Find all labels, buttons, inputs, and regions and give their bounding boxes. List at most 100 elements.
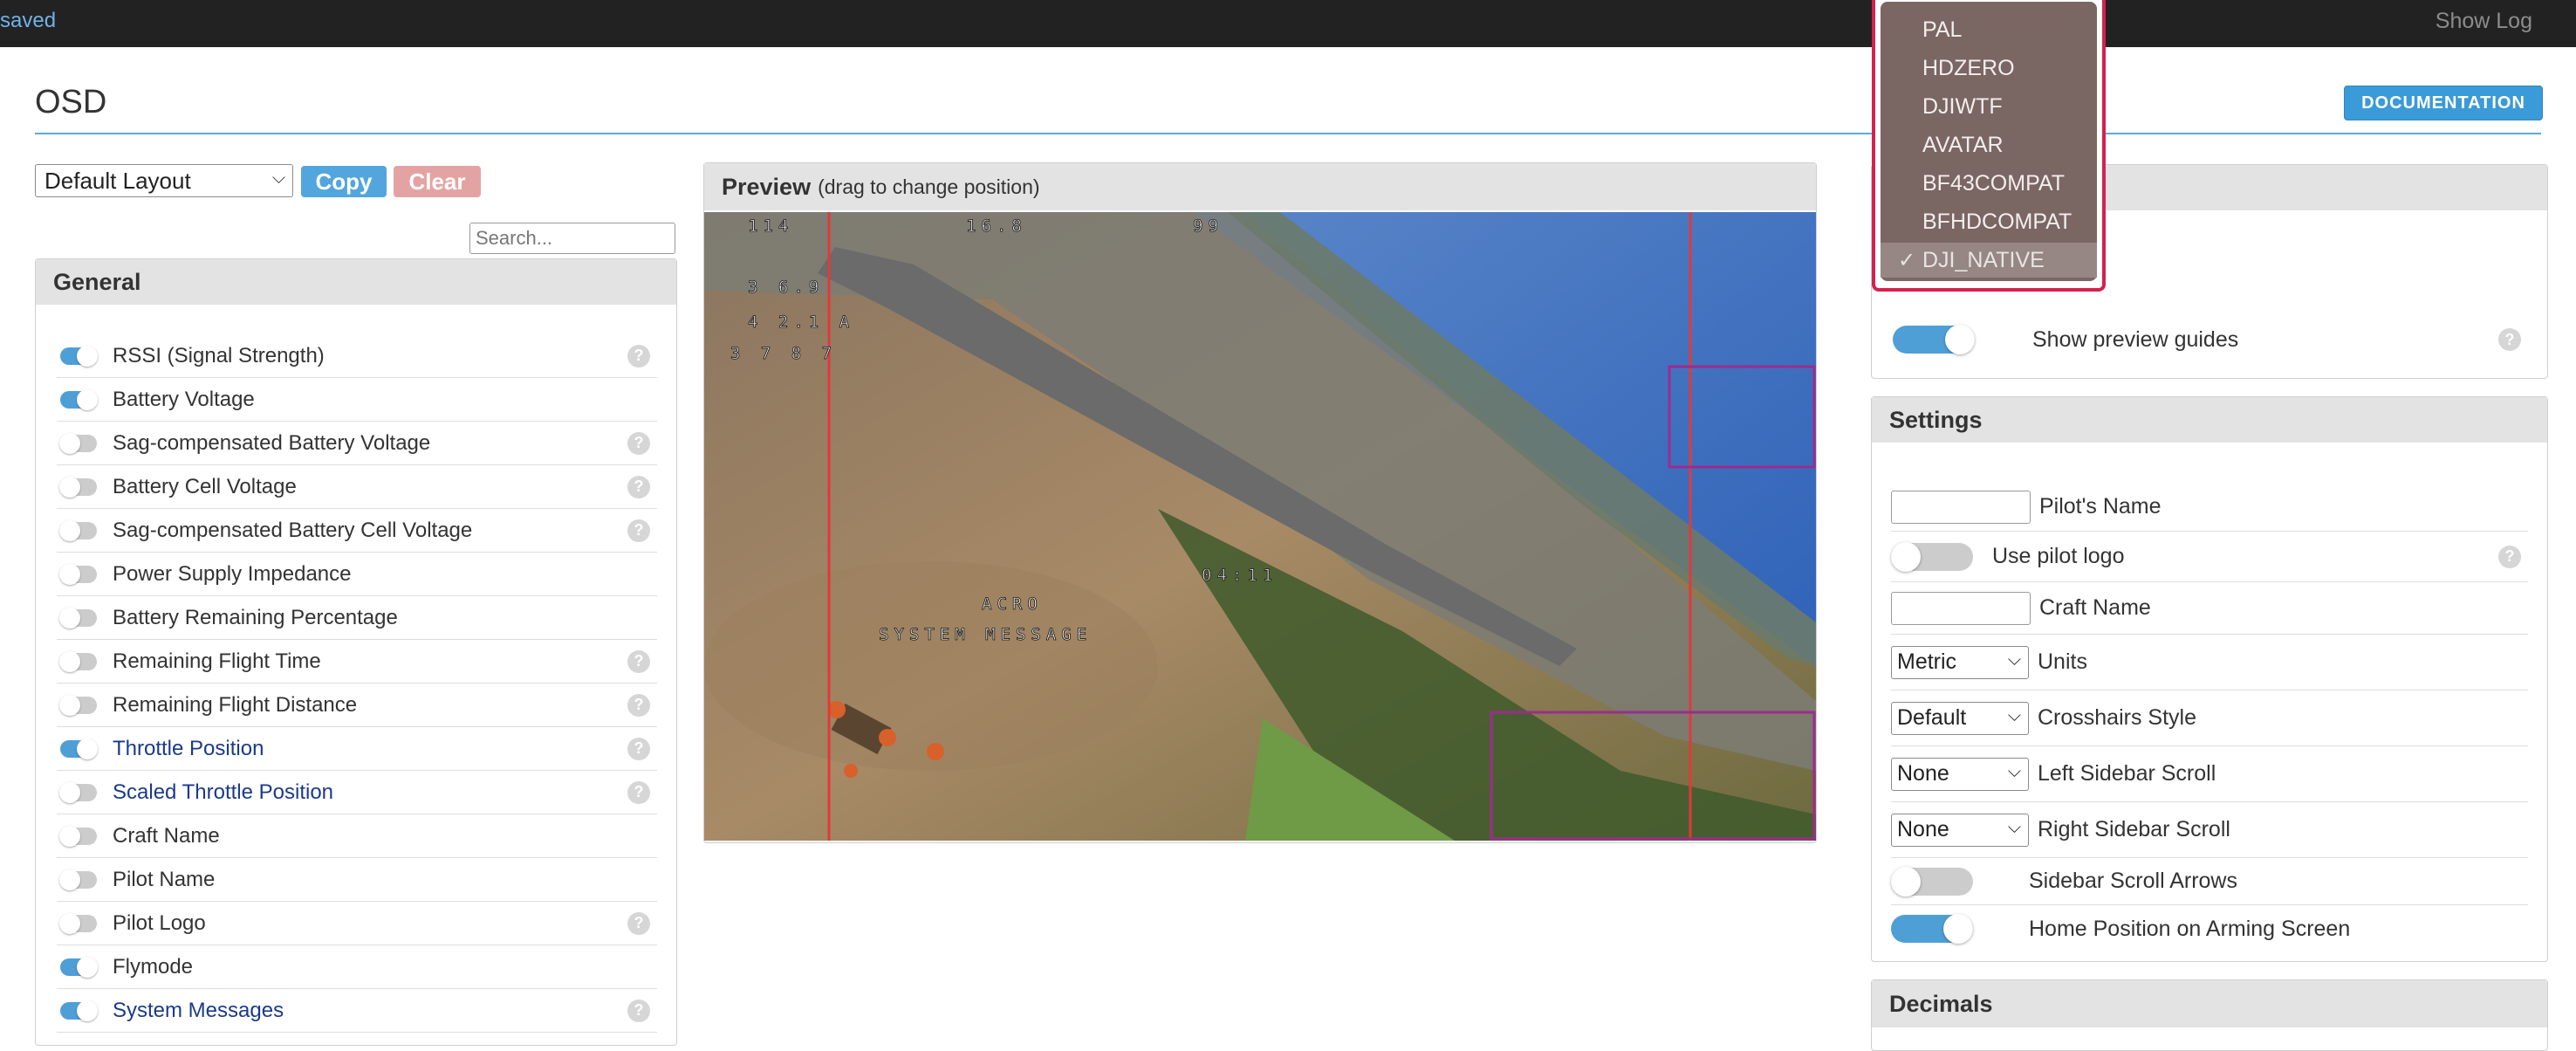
toggle-knob	[59, 694, 80, 716]
fpv-preview[interactable]: 114 16.8 99 3 6.9 4 2.1 A 3 7 8 7 04:11 …	[704, 212, 1816, 841]
element-toggle[interactable]	[60, 388, 98, 410]
toggle-knob	[59, 476, 80, 498]
toggle-knob	[1943, 914, 1973, 944]
left-sidebar-scroll-select[interactable]: None ⌵	[1891, 757, 2029, 791]
element-label: Throttle Position	[113, 736, 264, 760]
right-sidebar-scroll-select[interactable]: None ⌵	[1891, 813, 2029, 847]
element-toggle[interactable]	[59, 912, 97, 934]
element-toggle[interactable]	[59, 781, 97, 803]
element-toggle[interactable]	[59, 563, 97, 585]
video-format-option[interactable]: HDZERO	[1881, 51, 2097, 86]
toggle-knob	[59, 781, 80, 803]
clear-button[interactable]: Clear	[394, 166, 481, 197]
show-log-link[interactable]: Show Log	[2436, 9, 2532, 34]
chevron-down-icon: ⌵	[2007, 705, 2021, 725]
element-label: System Messages	[113, 998, 284, 1022]
element-toggle[interactable]	[60, 956, 98, 978]
video-format-option[interactable]: DJIWTF	[1881, 89, 2097, 124]
osd-line-2: 3 6.9	[748, 278, 824, 297]
help-icon[interactable]: ?	[2498, 545, 2521, 568]
element-toggle[interactable]	[59, 869, 97, 890]
osd-battery: 16.8	[966, 216, 1027, 236]
units-value: Metric	[1897, 649, 1957, 674]
toggle-knob	[59, 825, 80, 847]
help-icon[interactable]: ?	[627, 475, 650, 498]
element-label: Power Supply Impedance	[113, 561, 352, 586]
help-icon[interactable]: ?	[627, 693, 650, 717]
left-sidebar-scroll-label: Left Sidebar Scroll	[2038, 761, 2216, 786]
pilot-name-input[interactable]	[1891, 490, 2031, 524]
osd-flymode: ACRO	[982, 594, 1043, 614]
video-format-menu: PAL HDZERO DJIWTF AVATAR BF43COMPAT BFHDCOMPA…	[1881, 2, 2097, 281]
crosshairs-select[interactable]: Default ⌵	[1891, 701, 2029, 735]
general-list: RSSI (Signal Strength)? Battery Voltage Sa…	[57, 334, 657, 1033]
setting-crosshairs: Default ⌵ Crosshairs Style	[1891, 690, 2528, 746]
pilot-logo-label: Use pilot logo	[1992, 544, 2125, 568]
element-toggle[interactable]	[60, 999, 98, 1021]
copy-button[interactable]: Copy	[301, 166, 387, 197]
layout-select[interactable]: Default Layout ⌵	[35, 164, 293, 197]
general-list-item: Remaining Flight Time?	[57, 640, 657, 683]
toggle-knob	[59, 519, 80, 541]
element-toggle[interactable]	[59, 694, 97, 716]
help-icon[interactable]: ?	[627, 911, 650, 935]
video-format-option[interactable]: AVATAR	[1881, 127, 2097, 162]
element-toggle[interactable]	[59, 650, 97, 672]
sidebar-scroll-arrows-toggle[interactable]	[1891, 866, 1973, 896]
toggle-knob	[59, 563, 80, 585]
element-toggle[interactable]	[59, 476, 97, 498]
chevron-down-icon: ⌵	[2007, 817, 2021, 837]
preview-subtitle: (drag to change position)	[818, 175, 1040, 198]
help-icon[interactable]: ?	[627, 737, 650, 760]
documentation-button[interactable]: DOCUMENTATION	[2344, 86, 2543, 120]
setting-sidebar-scroll-arrows: Sidebar Scroll Arrows	[1891, 858, 2528, 905]
general-list-item: Craft Name	[57, 814, 657, 858]
toggle-knob	[59, 650, 80, 672]
element-label: Craft Name	[113, 823, 220, 848]
setting-pilot-logo: Use pilot logo ?	[1891, 532, 2528, 582]
toggle-knob	[59, 432, 80, 454]
element-toggle[interactable]	[59, 825, 97, 847]
element-toggle[interactable]	[59, 432, 97, 454]
general-list-item: Remaining Flight Distance?	[57, 683, 657, 727]
units-select[interactable]: Metric ⌵	[1891, 645, 2029, 679]
toggle-knob	[59, 607, 80, 629]
element-label: Sag-compensated Battery Voltage	[113, 430, 431, 455]
video-format-option[interactable]: BFHDCOMPAT	[1881, 204, 2097, 239]
help-icon[interactable]: ?	[627, 780, 650, 804]
preview-guides-toggle[interactable]	[1893, 325, 1975, 354]
general-list-item: Sag-compensated Battery Cell Voltage?	[57, 509, 657, 553]
element-toggle[interactable]	[60, 345, 98, 367]
help-icon[interactable]: ?	[2498, 328, 2521, 351]
video-format-option[interactable]: PAL	[1881, 12, 2097, 47]
element-label: Remaining Flight Distance	[113, 692, 358, 717]
help-icon[interactable]: ?	[627, 431, 650, 455]
header-divider	[35, 133, 2541, 134]
general-list-item: RSSI (Signal Strength)?	[57, 334, 657, 378]
toggle-knob	[59, 912, 80, 934]
help-icon[interactable]: ?	[627, 344, 650, 368]
craft-name-input[interactable]	[1891, 591, 2031, 625]
element-toggle[interactable]	[60, 738, 98, 759]
general-list-item: Flymode	[57, 945, 657, 989]
home-position-toggle[interactable]	[1891, 914, 1973, 944]
element-toggle[interactable]	[59, 607, 97, 629]
element-toggle[interactable]	[59, 519, 97, 541]
osd-line-3: 4 2.1 A	[748, 313, 854, 332]
general-panel: General RSSI (Signal Strength)? Battery V…	[35, 258, 677, 1046]
element-label: RSSI (Signal Strength)	[113, 343, 325, 368]
toggle-knob	[77, 738, 98, 759]
element-label: Sag-compensated Battery Cell Voltage	[113, 518, 473, 542]
setting-craft-name: Craft Name	[1891, 582, 2528, 635]
search-input[interactable]	[469, 223, 675, 254]
osd-line-4: 3 7 8 7	[730, 344, 837, 363]
pilot-logo-toggle[interactable]	[1891, 541, 1973, 572]
video-format-option[interactable]: ✓ DJI_NATIVE	[1881, 243, 2097, 278]
help-icon[interactable]: ?	[627, 649, 650, 673]
right-sidebar-scroll-value: None	[1897, 817, 1949, 841]
toggle-knob	[77, 999, 98, 1021]
toggle-knob	[77, 956, 98, 978]
video-format-option[interactable]: BF43COMPAT	[1881, 166, 2097, 201]
help-icon[interactable]: ?	[627, 999, 650, 1022]
help-icon[interactable]: ?	[627, 519, 650, 542]
